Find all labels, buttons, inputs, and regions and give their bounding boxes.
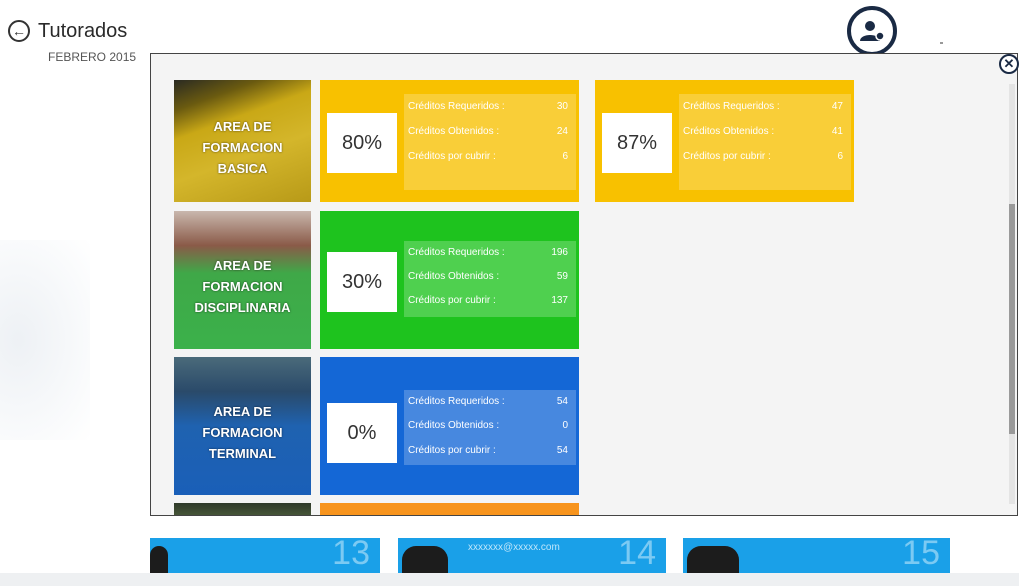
page-subtitle: FEBRERO 2015 — [48, 50, 137, 64]
stat-label: Créditos Obtenidos : — [408, 126, 500, 137]
avatar — [402, 546, 448, 573]
stats-panel: Créditos Requeridos : 196 Créditos Obteni… — [404, 241, 576, 317]
stat-row: Créditos Requeridos : 47 — [683, 101, 843, 117]
area-label-line: FORMACION — [202, 278, 283, 294]
stat-row: Créditos Obtenidos : 24 — [408, 126, 568, 142]
area-label-line: FORMACION — [202, 139, 283, 155]
stat-label: Créditos Obtenidos : — [683, 126, 775, 137]
stat-row: Créditos Obtenidos : 41 — [683, 126, 843, 142]
stat-label: Créditos Requeridos : — [408, 101, 505, 112]
stat-label: Créditos Obtenidos : — [408, 271, 500, 282]
scrollbar-thumb[interactable] — [1009, 204, 1015, 434]
area-label-line: BASICA — [217, 160, 268, 176]
student-card[interactable]: 15 — [683, 538, 950, 573]
stat-value: 59 — [556, 271, 568, 282]
stat-label: Créditos Requeridos : — [408, 247, 505, 258]
percent-box: 0% — [327, 403, 397, 463]
area-image-partial — [174, 503, 311, 515]
stat-row: Créditos por cubrir : 54 — [408, 445, 568, 461]
percent-box: 87% — [602, 113, 672, 173]
area-label-line: AREA DE — [213, 257, 272, 273]
back-arrow-icon[interactable]: ← — [8, 20, 30, 42]
stat-row: Créditos por cubrir : 6 — [683, 151, 843, 167]
stat-row: Créditos por cubrir : 6 — [408, 151, 568, 167]
stat-label: Créditos por cubrir : — [408, 445, 496, 456]
student-card-number: 14 — [618, 538, 656, 572]
page-title: Tutorados — [38, 20, 128, 42]
stat-value: 47 — [831, 101, 843, 112]
area-label-line: AREA DE — [213, 403, 272, 419]
credit-tile[interactable]: 30% Créditos Requeridos : 196 Créditos Ob… — [320, 211, 579, 349]
student-card[interactable]: xxxxxxx@xxxxx.com 14 — [398, 538, 666, 573]
stat-value: 6 — [562, 151, 568, 162]
area-label-line: FORMACION — [202, 424, 283, 440]
credit-tile[interactable]: 80% Créditos Requeridos : 30 Créditos Obt… — [320, 80, 579, 202]
user-add-icon[interactable] — [847, 6, 897, 56]
area-image-basica: AREA DE FORMACION BASICA — [174, 80, 311, 202]
area-label-line: TERMINAL — [208, 445, 277, 461]
stat-row: Créditos Requeridos : 30 — [408, 101, 568, 117]
avatar — [150, 546, 168, 573]
close-icon[interactable]: ✕ — [999, 54, 1019, 74]
stat-value: 30 — [556, 101, 568, 112]
avatar — [687, 546, 739, 573]
percent-box: 80% — [327, 113, 397, 173]
status-dot — [940, 42, 943, 44]
stat-row: Créditos Obtenidos : 0 — [408, 420, 568, 436]
student-card-number: 13 — [332, 538, 370, 572]
stat-value: 54 — [556, 396, 568, 407]
stat-row: Créditos Obtenidos : 59 — [408, 271, 568, 287]
stat-row: Créditos Requeridos : 196 — [408, 247, 568, 263]
stat-label: Créditos por cubrir : — [408, 151, 496, 162]
stats-panel: Créditos Requeridos : 30 Créditos Obtenid… — [404, 94, 576, 190]
stat-label: Créditos Requeridos : — [683, 101, 780, 112]
area-label-line: AREA DE — [213, 118, 272, 134]
credits-modal: AREA DE FORMACION BASICA 80% Créditos Re… — [150, 53, 1018, 516]
credit-tile-partial[interactable] — [320, 503, 579, 515]
area-image-terminal: AREA DE FORMACION TERMINAL — [174, 357, 311, 495]
stat-value: 137 — [551, 295, 568, 306]
stat-value: 6 — [837, 151, 843, 162]
user-glyph — [860, 21, 885, 41]
student-card[interactable]: 13 — [150, 538, 380, 573]
percent-box: 30% — [327, 252, 397, 312]
credit-tile[interactable]: 0% Créditos Requeridos : 54 Créditos Obte… — [320, 357, 579, 495]
stat-value: 41 — [831, 126, 843, 137]
area-image-disciplinaria: AREA DE FORMACION DISCIPLINARIA — [174, 211, 311, 349]
stat-label: Créditos Obtenidos : — [408, 420, 500, 431]
stat-label: Créditos por cubrir : — [683, 151, 771, 162]
background-decoration — [0, 240, 90, 440]
stat-value: 24 — [556, 126, 568, 137]
student-card-number: 15 — [902, 538, 940, 572]
student-card-email: xxxxxxx@xxxxx.com — [468, 542, 560, 553]
stat-label: Créditos por cubrir : — [408, 295, 496, 306]
stats-panel: Créditos Requeridos : 54 Créditos Obtenid… — [404, 390, 576, 465]
stat-value: 0 — [562, 420, 568, 431]
area-label-line: DISCIPLINARIA — [194, 299, 291, 315]
stat-row: Créditos por cubrir : 137 — [408, 295, 568, 311]
credit-tile[interactable]: 87% Créditos Requeridos : 47 Créditos Obt… — [595, 80, 854, 202]
stat-value: 196 — [551, 247, 568, 258]
stats-panel: Créditos Requeridos : 47 Créditos Obtenid… — [679, 94, 851, 190]
stat-row: Créditos Requeridos : 54 — [408, 396, 568, 412]
stat-label: Créditos Requeridos : — [408, 396, 505, 407]
stat-value: 54 — [556, 445, 568, 456]
bottom-strip — [0, 573, 1019, 586]
